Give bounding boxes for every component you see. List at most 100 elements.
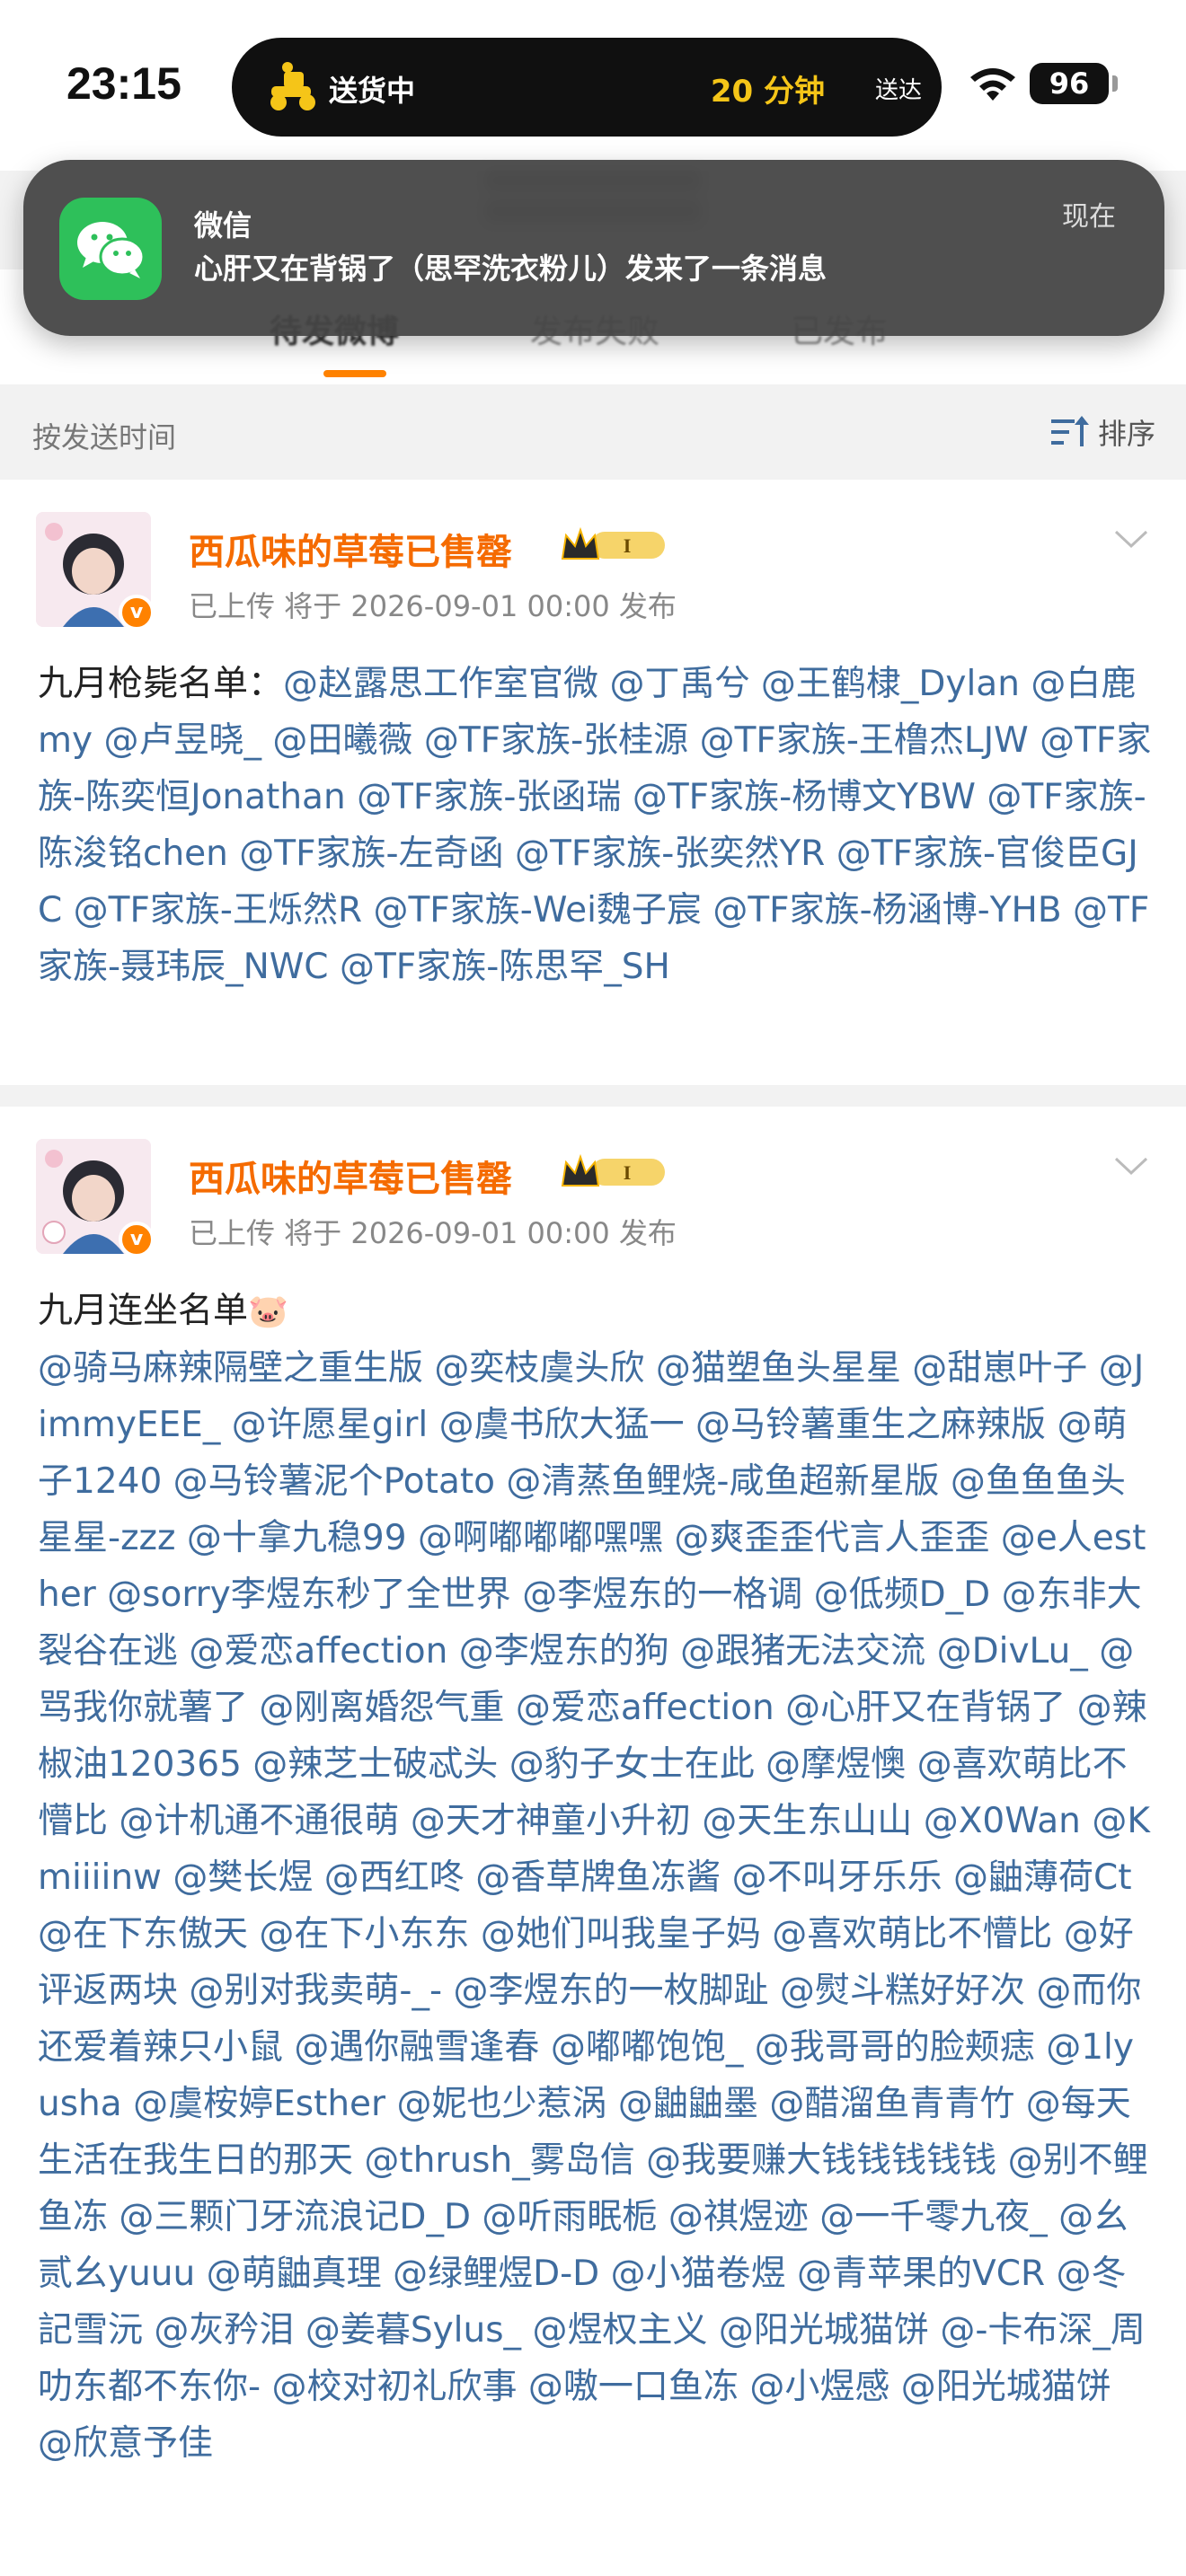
post-username[interactable]: 西瓜味的草莓已售罄 (189, 1150, 512, 1202)
mention-link[interactable]: @爱恋affection (189, 1631, 447, 1672)
mention-link[interactable]: @萌鼬真理 (207, 2254, 382, 2294)
mention-link[interactable]: @十拿九稳99 (187, 1518, 407, 1558)
mention-link[interactable]: @辣芝士破忒头 (252, 1744, 498, 1785)
mention-link[interactable]: @王鹤棣_Dylan (761, 664, 1020, 704)
mention-link[interactable]: @妮也少惹涡 (396, 2084, 606, 2124)
mention-link[interactable]: @啊嘟嘟嘟嘿嘿 (418, 1518, 663, 1558)
mention-link[interactable]: @TF家族-左奇函 (239, 834, 503, 874)
mention-link[interactable]: @姜暮Sylus_ (305, 2310, 521, 2351)
mention-link[interactable]: @喜欢萌比不懵比 (772, 1914, 1052, 1954)
wifi-icon (970, 68, 1015, 101)
mention-link[interactable]: @TF家族-杨涵博-YHB (712, 890, 1061, 931)
mention-link[interactable]: @李煜东的一枚脚趾 (453, 1971, 768, 2011)
mention-link[interactable]: @TF家族-张桂源 (424, 720, 688, 761)
mention-link[interactable]: @骑马麻辣隔壁之重生版 (38, 1348, 423, 1389)
mention-link[interactable]: @听雨眠栀 (482, 2197, 657, 2237)
mention-link[interactable]: @遇你融雪逢春 (294, 2027, 539, 2068)
mention-link[interactable]: @奕枝虞头欣 (434, 1348, 644, 1389)
mention-link[interactable]: @天生东山山 (702, 1801, 912, 1841)
mention-link[interactable]: @猫塑鱼头星星 (656, 1348, 901, 1389)
wechat-notification[interactable]: 微信 心肝又在背锅了（思罕洗衣粉儿）发来了一条消息 现在 (23, 160, 1164, 336)
mention-link[interactable]: @虞桉婷Esther (133, 2084, 385, 2124)
mention-link[interactable]: @醋溜鱼青青竹 (769, 2084, 1014, 2124)
mention-link[interactable]: @赵露思工作室官微 (283, 664, 598, 704)
chevron-down-icon[interactable] (1112, 1153, 1150, 1180)
mention-link[interactable]: @樊长煜 (173, 1857, 313, 1898)
mention-link[interactable]: @绿鲤煜D-D (393, 2254, 599, 2294)
mention-link[interactable]: @在下东傲天 (38, 1914, 248, 1954)
mention-link[interactable]: @灰矜泪 (154, 2310, 294, 2351)
mention-link[interactable]: @马铃薯泥个Potato (173, 1461, 495, 1502)
mention-link[interactable]: @虞书欣大猛一 (439, 1405, 685, 1445)
mention-link[interactable]: @爱恋affection (516, 1688, 774, 1728)
mention-link[interactable]: @TF家族-张奕然YR (515, 834, 825, 874)
mention-link[interactable]: @欣意予佳 (38, 2423, 213, 2464)
scheduled-post[interactable]: v 西瓜味的草莓已售罄 I 已上传 将于 2026-09-01 00:00 发布… (0, 1107, 1186, 2576)
battery-indicator: 96 (1030, 63, 1109, 104)
mention-link[interactable]: @卢昱晓_ (103, 720, 261, 761)
mention-link[interactable]: @三颗门牙流浪记D_D (119, 2197, 471, 2237)
mention-link[interactable]: @DivLu_ (937, 1631, 1088, 1672)
mention-link[interactable]: @鼬薄荷Ct (953, 1857, 1132, 1898)
mention-link[interactable]: @嘟嘟饱饱_ (551, 2027, 744, 2068)
mention-link[interactable]: @心肝又在背锅了 (785, 1688, 1066, 1728)
mention-link[interactable]: @thrush_雾岛信 (364, 2140, 634, 2181)
mention-link[interactable]: @青苹果的VCR (797, 2254, 1045, 2294)
mention-link[interactable]: @西红咚 (324, 1857, 465, 1898)
mention-link[interactable]: @一千零九夜_ (819, 2197, 1048, 2237)
mention-link[interactable]: @许愿星girl (232, 1405, 428, 1445)
delivery-status-label: 送货中 (329, 74, 416, 108)
mention-link[interactable]: @刚离婚怨气重 (259, 1688, 504, 1728)
mention-link[interactable]: @跟猪无法交流 (680, 1631, 925, 1672)
mention-link[interactable]: @不叫牙乐乐 (732, 1857, 943, 1898)
mention-link[interactable]: @阳光城猫饼 (901, 2367, 1111, 2407)
wechat-app-icon (59, 198, 162, 300)
mention-link[interactable]: @校对初礼欣事 (271, 2367, 517, 2407)
mention-link[interactable]: @在下小东东 (259, 1914, 469, 1954)
mention-link[interactable]: @我哥哥的脸颊痣 (755, 2027, 1035, 2068)
mention-link[interactable]: @嗷一口鱼冻 (528, 2367, 739, 2407)
mention-link[interactable]: @别对我卖萌-_- (189, 1971, 442, 2011)
verified-badge-icon: v (119, 1222, 155, 1257)
mention-link[interactable]: @TF家族-陈思罕_SH (340, 947, 670, 987)
mention-link[interactable]: @煜权主义 (532, 2310, 707, 2351)
mention-link[interactable]: @祺煜迹 (668, 2197, 809, 2237)
mention-link[interactable]: @低频D_D (814, 1575, 991, 1615)
mention-link[interactable]: @我要赚大钱钱钱钱钱 (646, 2140, 996, 2181)
mention-link[interactable]: @田曦薇 (272, 720, 412, 761)
mention-link[interactable]: @TF家族-王烁然R (74, 890, 362, 931)
post-username[interactable]: 西瓜味的草莓已售罄 (189, 523, 512, 575)
mention-link[interactable]: @天才神童小升初 (411, 1801, 691, 1841)
svg-text:I: I (624, 534, 632, 557)
mention-link[interactable]: @TF家族-杨博文YBW (633, 777, 976, 817)
mention-link[interactable]: @熨斗糕好好次 (780, 1971, 1025, 2011)
mention-link[interactable]: @丁禹兮 (609, 664, 749, 704)
mention-link[interactable]: @她们叫我皇子妈 (481, 1914, 761, 1954)
mention-link[interactable]: @豹子女士在此 (509, 1744, 755, 1785)
mention-link[interactable]: @计机通不通很萌 (119, 1801, 399, 1841)
active-tab-indicator (323, 370, 386, 377)
mention-link[interactable]: @甜崽叶子 (912, 1348, 1087, 1389)
notification-app-name: 微信 (194, 208, 252, 243)
mention-link[interactable]: @清蒸鱼鲤烧-咸鱼超新星版 (506, 1461, 939, 1502)
mention-link[interactable]: @X0Wan (924, 1801, 1081, 1841)
mention-link[interactable]: @TF家族-Wei魏子宸 (373, 890, 701, 931)
mention-link[interactable]: @李煜东的狗 (459, 1631, 669, 1672)
mention-link[interactable]: @小煜感 (749, 2367, 890, 2407)
scheduled-post[interactable]: v 西瓜味的草莓已售罄 I 已上传 将于 2026-09-01 00:00 发布… (0, 480, 1186, 1085)
mention-link[interactable]: @TF家族-张函瑞 (357, 777, 621, 817)
mention-link[interactable]: @小猫卷煜 (611, 2254, 786, 2294)
sort-button[interactable]: 排序 (1049, 410, 1155, 454)
mention-link[interactable]: @sorry李煜东秒了全世界 (107, 1575, 511, 1615)
mention-link[interactable]: @TF家族-王橹杰LJW (700, 720, 1029, 761)
chevron-down-icon[interactable] (1112, 526, 1150, 553)
sort-label: 按发送时间 (32, 420, 177, 454)
mention-link[interactable]: @李煜东的一格调 (522, 1575, 802, 1615)
mention-link[interactable]: @香草牌鱼冻酱 (475, 1857, 721, 1898)
mention-link[interactable]: @阳光城猫饼 (719, 2310, 929, 2351)
mention-link[interactable]: @爽歪歪代言人歪歪 (674, 1518, 989, 1558)
mention-link[interactable]: @鼬鼬墨 (618, 2084, 758, 2124)
mention-link[interactable]: @马铃薯重生之麻辣版 (695, 1405, 1046, 1445)
mention-link[interactable]: @摩煜懊 (766, 1744, 906, 1785)
dynamic-island[interactable]: 送货中 20 分钟 送达 (232, 38, 942, 137)
